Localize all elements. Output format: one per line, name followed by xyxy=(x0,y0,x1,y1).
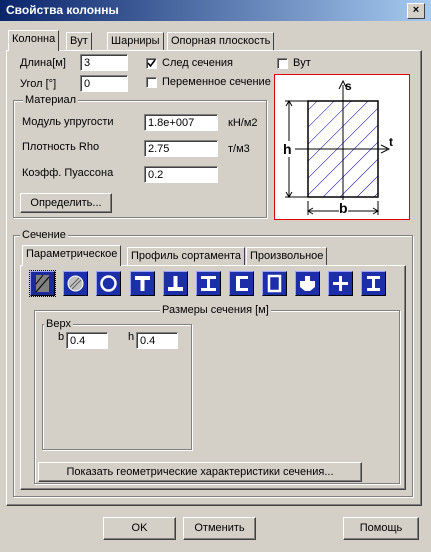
poisson-label: Коэфф. Пуассона xyxy=(22,167,114,179)
top-group-label: Верх xyxy=(44,318,73,330)
modulus-label: Модуль упругости xyxy=(22,116,114,128)
double-tee-section-icon[interactable] xyxy=(361,271,386,296)
angle-label: Угол [°] xyxy=(20,78,57,90)
inverted-tee-section-icon[interactable] xyxy=(163,271,188,296)
variable-section-label: Переменное сечение xyxy=(162,76,271,88)
cancel-button[interactable]: Отменить xyxy=(183,517,256,540)
trace-label: След сечения xyxy=(162,57,233,69)
custom-section-icon[interactable] xyxy=(295,271,320,296)
window-title: Свойства колонны xyxy=(6,3,119,17)
show-geometry-button[interactable]: Показать геометрические характеристики с… xyxy=(38,462,362,482)
tab-profile-catalog[interactable]: Профиль сортамента xyxy=(127,247,245,266)
tee-section-icon[interactable] xyxy=(130,271,155,296)
tab-parametric[interactable]: Параметрическое xyxy=(22,245,122,266)
trace-checkbox[interactable] xyxy=(146,58,157,69)
axis-s-label: s xyxy=(345,79,352,93)
axis-t-label: t xyxy=(389,135,393,149)
title-bar: Свойства колонны × xyxy=(0,0,431,21)
channel-section-icon[interactable] xyxy=(229,271,254,296)
height-label: h xyxy=(283,141,292,157)
ring-section-icon[interactable] xyxy=(96,271,121,296)
length-label: Длина[м] xyxy=(20,57,66,69)
h-input[interactable]: 0.4 xyxy=(136,332,178,349)
density-unit: т/м3 xyxy=(228,143,250,155)
rect-section-icon[interactable] xyxy=(29,270,56,297)
define-material-button[interactable]: Определить... xyxy=(20,193,112,213)
b-label: b xyxy=(58,331,65,343)
tab-arbitrary[interactable]: Произвольное xyxy=(246,247,328,266)
ok-button[interactable]: OK xyxy=(103,517,176,540)
density-label: Плотность Rho xyxy=(22,141,100,153)
tab-hinges[interactable]: Шарниры xyxy=(107,32,164,51)
i-beam-section-icon[interactable] xyxy=(196,271,221,296)
tab-column[interactable]: Колонна xyxy=(8,30,60,51)
modulus-unit: кН/м2 xyxy=(228,117,258,129)
poisson-input[interactable]: 0.2 xyxy=(144,166,218,183)
help-button[interactable]: Помощь xyxy=(343,517,419,540)
b-input[interactable]: 0.4 xyxy=(66,332,108,349)
dimensions-group-label: Размеры сечения [м] xyxy=(160,304,271,316)
material-group-label: Материал xyxy=(23,94,78,106)
tab-vut[interactable]: Вут xyxy=(66,32,92,51)
tab-support-plane[interactable]: Опорная плоскость xyxy=(167,32,275,51)
section-group-label: Сечение xyxy=(20,229,68,241)
modulus-input[interactable]: 1.8e+007 xyxy=(144,114,218,131)
checkmark-icon xyxy=(147,59,156,68)
variable-section-checkbox[interactable] xyxy=(146,77,157,88)
length-input[interactable]: 3 xyxy=(80,54,128,71)
width-label: b xyxy=(339,200,348,216)
h-label: h xyxy=(128,331,135,343)
density-input[interactable]: 2.75 xyxy=(144,140,218,157)
angle-input[interactable]: 0 xyxy=(80,75,128,92)
vut-label: Вут xyxy=(293,57,311,69)
circle-section-icon[interactable] xyxy=(63,271,88,296)
cross-section-icon[interactable] xyxy=(328,271,353,296)
section-preview: s t h b xyxy=(274,74,410,220)
close-button[interactable]: × xyxy=(407,3,425,19)
box-section-icon[interactable] xyxy=(262,271,287,296)
vut-checkbox[interactable] xyxy=(277,58,288,69)
